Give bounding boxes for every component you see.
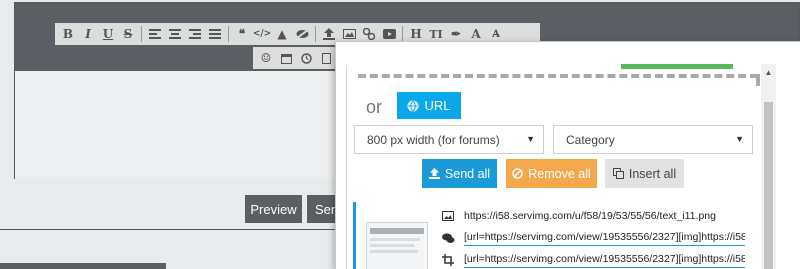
- size-select-value: 800 px width (for forums): [367, 132, 500, 147]
- scroll-up-arrow-icon[interactable]: ▲: [761, 68, 776, 78]
- chevron-down-icon: ▼: [735, 134, 744, 144]
- image-icon: [342, 29, 356, 39]
- image-upload-popup: or URL 800 px width (for forums) ▼ Categ…: [335, 41, 800, 269]
- forum-code-row[interactable]: [url=https://servimg.com/view/19535556/2…: [438, 228, 758, 248]
- globe-icon: [407, 100, 419, 111]
- crop-icon: [438, 254, 458, 266]
- page-button[interactable]: [316, 48, 336, 68]
- strikethrough-icon: S: [123, 27, 133, 41]
- toolbar-divider: [315, 26, 316, 42]
- drop-zone-border: [358, 74, 758, 78]
- forum-code-text[interactable]: [url=https://servimg.com/view/19535556/2…: [464, 231, 745, 246]
- italic-icon: I: [85, 27, 91, 41]
- time-button[interactable]: [296, 48, 316, 68]
- smiley-icon: ☺: [260, 51, 272, 65]
- toolbar-divider: [402, 26, 403, 42]
- clear-format-icon: A̶: [492, 28, 500, 40]
- upload-icon: [428, 168, 440, 179]
- emoji-button[interactable]: ☺: [256, 48, 276, 68]
- preview-button[interactable]: Preview: [245, 195, 302, 223]
- heading-icon: H: [410, 27, 422, 41]
- comments-icon: [438, 233, 458, 244]
- date-button[interactable]: [276, 48, 296, 68]
- send-all-label: Send all: [444, 166, 491, 181]
- upload-progress-bar: [621, 64, 733, 69]
- or-label: or: [366, 97, 383, 117]
- copy-icon: [612, 168, 624, 179]
- drop-zone-border-side: [756, 74, 760, 86]
- ban-icon: [512, 168, 523, 179]
- remove-all-button[interactable]: Remove all: [506, 159, 597, 188]
- image-icon: [438, 211, 458, 221]
- bold-button[interactable]: B: [58, 24, 78, 44]
- font-size-icon: TI: [429, 27, 443, 41]
- thumbnail-line: [370, 244, 414, 247]
- code-button[interactable]: </>: [252, 24, 272, 44]
- thumbnail-line: [370, 238, 420, 241]
- insert-all-label: Insert all: [628, 166, 677, 181]
- thumbnail-line: [370, 250, 418, 253]
- calendar-icon: [280, 53, 292, 64]
- code-icon: </>: [252, 29, 272, 39]
- category-select[interactable]: Category ▼: [553, 125, 753, 154]
- justify-button[interactable]: [205, 24, 225, 44]
- underline-icon: U: [102, 27, 114, 41]
- eye-slash-icon: [295, 29, 309, 39]
- align-center-icon: [169, 29, 181, 39]
- remove-all-label: Remove all: [528, 166, 591, 181]
- align-left-icon: [149, 29, 161, 39]
- url-button[interactable]: URL: [397, 92, 461, 119]
- link-icon: [363, 28, 375, 40]
- justify-icon: [209, 29, 221, 39]
- chevron-down-icon: ▼: [526, 134, 535, 144]
- quote-button[interactable]: ❝: [232, 24, 252, 44]
- send-all-button[interactable]: Send all: [422, 159, 497, 188]
- align-right-button[interactable]: [185, 24, 205, 44]
- youtube-icon: [382, 29, 396, 39]
- eyedropper-icon: ✒: [450, 27, 462, 41]
- strike-button[interactable]: S: [118, 24, 138, 44]
- align-center-button[interactable]: [165, 24, 185, 44]
- image-thumbnail: [366, 222, 428, 269]
- size-select[interactable]: 800 px width (for forums) ▼: [354, 125, 544, 154]
- quote-icon: ❝: [238, 27, 246, 41]
- preview-label: Preview: [250, 201, 297, 217]
- font-icon: A: [471, 27, 481, 41]
- italic-button[interactable]: I: [78, 24, 98, 44]
- underline-button[interactable]: U: [98, 24, 118, 44]
- url-button-label: URL: [424, 98, 451, 113]
- direct-link-text[interactable]: https://i58.servimg.com/u/f58/19/53/55/5…: [464, 210, 716, 222]
- align-left-button[interactable]: [145, 24, 165, 44]
- insert-all-button[interactable]: Insert all: [605, 159, 684, 188]
- document-icon: [321, 52, 331, 64]
- category-select-value: Category: [566, 132, 615, 147]
- popup-scrollbar[interactable]: ▲: [761, 64, 776, 269]
- warning-icon: ▲: [277, 27, 287, 41]
- thumbnail-code-row[interactable]: [url=https://servimg.com/view/19535556/2…: [438, 250, 758, 269]
- direct-link-row[interactable]: https://i58.servimg.com/u/f58/19/53/55/5…: [438, 206, 758, 226]
- warning-button[interactable]: ▲: [272, 24, 292, 44]
- bold-icon: B: [62, 27, 74, 41]
- upload-icon: [323, 28, 335, 40]
- spoiler-button[interactable]: [292, 24, 312, 44]
- align-right-icon: [189, 29, 201, 39]
- thumbnail-header: [370, 228, 424, 234]
- scrollbar-thumb[interactable]: [764, 102, 773, 269]
- clock-icon: [300, 52, 312, 64]
- toolbar-divider: [228, 26, 229, 42]
- upload-result-item: https://i58.servimg.com/u/f58/19/53/55/5…: [353, 202, 753, 269]
- bottom-tab: [0, 263, 166, 269]
- thumbnail-code-text[interactable]: [url=https://servimg.com/view/19535556/2…: [464, 253, 745, 268]
- toolbar-divider: [141, 26, 142, 42]
